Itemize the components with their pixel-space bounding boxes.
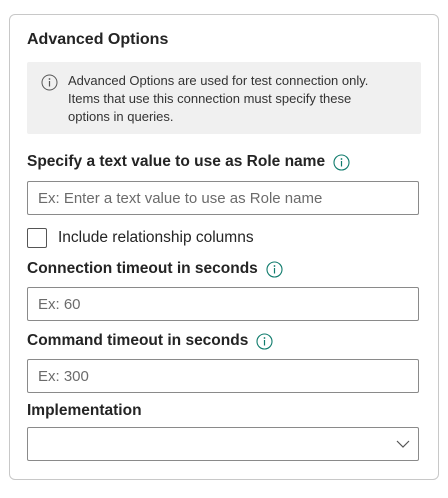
implementation-dropdown[interactable]	[27, 427, 419, 461]
info-text: Advanced Options are used for test conne…	[68, 72, 408, 126]
info-text-line: Advanced Options are used for test conne…	[68, 73, 369, 88]
help-info-icon[interactable]	[266, 260, 283, 278]
command-timeout-label: Command timeout in seconds	[27, 332, 273, 350]
help-info-icon[interactable]	[256, 332, 273, 350]
role-name-label-text: Specify a text value to use as Role name	[27, 153, 326, 170]
command-timeout-input[interactable]	[27, 359, 419, 393]
chevron-down-icon	[396, 440, 410, 448]
help-info-icon[interactable]	[333, 153, 350, 171]
include-relationship-columns-checkbox[interactable]	[27, 228, 47, 248]
connection-timeout-label: Connection timeout in seconds	[27, 260, 283, 278]
info-icon	[41, 74, 58, 91]
connection-timeout-input[interactable]	[27, 287, 419, 321]
info-message: Advanced Options are used for test conne…	[27, 62, 421, 134]
include-relationship-columns-row[interactable]: Include relationship columns	[27, 228, 254, 248]
info-text-line: Items that use this connection must spec…	[68, 91, 352, 106]
role-name-label: Specify a text value to use as Role name	[27, 153, 350, 171]
connection-timeout-label-text: Connection timeout in seconds	[27, 260, 258, 277]
panel-title: Advanced Options	[27, 31, 169, 48]
command-timeout-label-text: Command timeout in seconds	[27, 332, 249, 349]
include-relationship-columns-label: Include relationship columns	[58, 229, 254, 246]
implementation-label-text: Implementation	[27, 402, 142, 419]
advanced-options-panel: Advanced Options Advanced Options are us…	[9, 14, 439, 480]
info-text-line: options in queries.	[68, 109, 174, 124]
implementation-label: Implementation	[27, 402, 142, 420]
role-name-input[interactable]	[27, 181, 419, 215]
